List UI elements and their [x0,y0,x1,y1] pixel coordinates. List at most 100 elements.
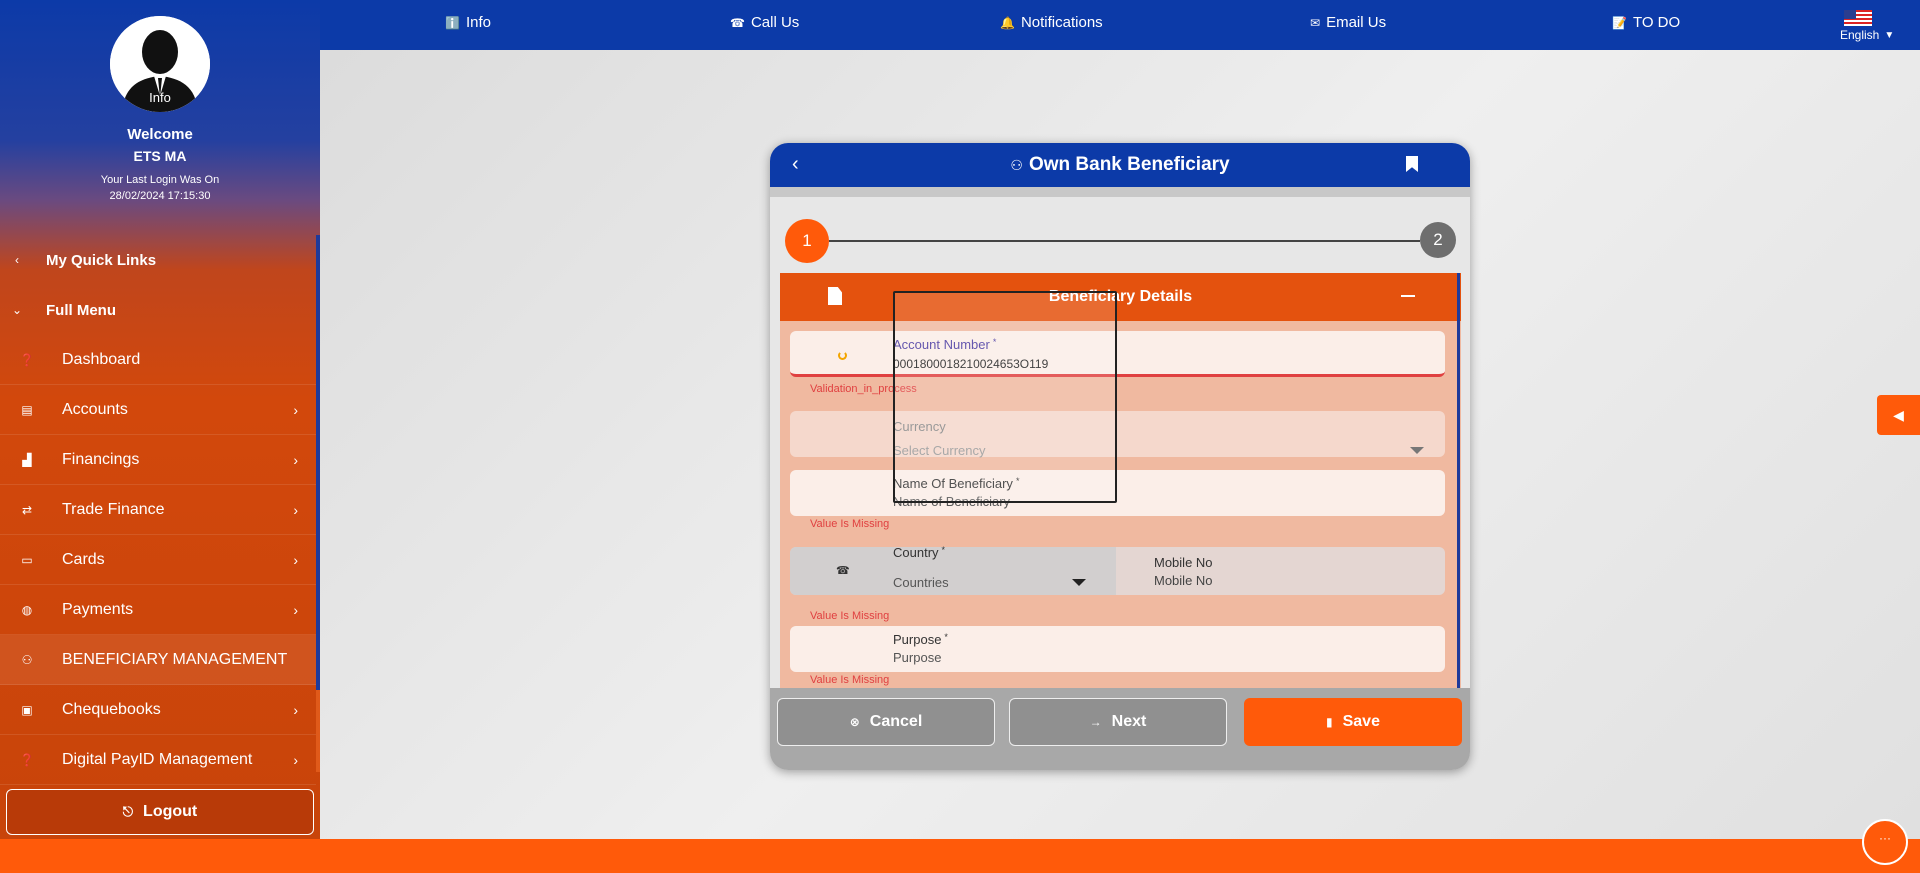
sidebar-item-digital-payid[interactable]: ❓ Digital PayID Management › [0,735,316,785]
us-flag-icon [1844,10,1872,26]
document-icon: ▮ [1326,715,1333,729]
chevron-down-icon: ⌄ [11,303,23,317]
sidebar-item-beneficiary-management[interactable]: ⚇ BENEFICIARY MANAGEMENT [0,635,316,685]
currency-select[interactable]: Currency Select Currency [790,411,1445,458]
chevron-left-icon: ‹ [15,253,19,267]
trade-icon: ⇄ [21,502,33,517]
sidebar-item-label: Accounts [62,400,128,418]
cancel-label: Cancel [869,713,923,730]
bell-icon: 🔔 [1000,15,1015,30]
topbar-call-us[interactable]: ☎ Call Us [730,14,799,31]
chevron-right-icon: › [293,551,298,568]
topbar-notifications[interactable]: 🔔 Notifications [1000,14,1103,31]
sidebar-item-trade-finance[interactable]: ⇄ Trade Finance › [0,485,316,535]
step-1-indicator[interactable]: 1 [785,219,829,263]
top-navigation-bar: ℹ️ Info ☎ Call Us 🔔 Notifications ✉ Emai… [320,0,1920,50]
topbar-todo[interactable]: 📝 TO DO [1612,14,1680,31]
language-selector[interactable]: English ▼ [1840,10,1894,42]
country-error: Value Is Missing [810,610,890,622]
panel-title: Beneficiary Details [1048,288,1193,305]
beneficiary-details-panel: Beneficiary Details Account Number * 0001… [780,273,1461,688]
chart-icon: ▟ [22,452,32,467]
dialog-title-text: Own Bank Beneficiary [1028,154,1230,175]
username: ETS MA [133,148,187,164]
topbar-info[interactable]: ℹ️ Info [445,14,491,31]
full-menu-toggle[interactable]: ⌄ Full Menu [0,285,316,335]
email-icon: ✉ [1310,15,1321,30]
chevron-right-icon: › [293,401,298,418]
required-marker: * [941,545,946,555]
purpose-label-text: Purpose [893,632,942,647]
topbar-email-label: Email Us [1326,14,1387,31]
sidebar-item-label: Trade Finance [62,500,165,518]
panel-scrollbar[interactable] [1457,273,1460,688]
last-login-label: Your Last Login Was On [100,174,220,186]
beneficiary-name-error: Value Is Missing [810,518,890,530]
beneficiary-icon: ⚇ [1010,157,1023,173]
sidebar-item-cards[interactable]: ▭ Cards › [0,535,316,585]
country-mobile-group: ☎ Country * Countries Mobile No Mobile No [790,545,1445,595]
help-circle-icon: ❓ [19,752,35,767]
cancel-button[interactable]: ⊗ Cancel [777,698,995,746]
payments-icon: ◍ [21,602,33,617]
logout-button[interactable]: ⎋ Logout [6,789,314,835]
topbar-call-label: Call Us [750,14,800,31]
purpose-input[interactable]: Purpose * Purpose [790,626,1445,672]
loading-spinner-icon [838,351,847,360]
quick-links-toggle[interactable]: ‹ My Quick Links [0,235,316,285]
next-button[interactable]: → Next [1009,698,1227,746]
save-button[interactable]: ▮ Save [1244,698,1462,746]
call-icon: ☎ [730,15,745,30]
sidebar-item-label: Digital PayID Management [62,750,253,768]
sidebar-item-label: Chequebooks [62,700,161,718]
required-marker: * [944,632,948,642]
sidebar-item-payments[interactable]: ◍ Payments › [0,585,316,635]
topbar-todo-label: TO DO [1632,14,1681,31]
sidebar: Info Welcome ETS MA Your Last Login Was … [0,0,320,839]
beneficiary-name-input[interactable]: Name Of Beneficiary * Name of Beneficiary [790,470,1445,516]
logout-label: Logout [143,803,198,820]
country-select[interactable]: ☎ Country * Countries [790,545,1116,595]
sidebar-item-label: Payments [62,600,134,618]
info-icon: ℹ️ [445,15,460,30]
country-label-text: Country [893,545,939,560]
side-panel-toggle[interactable]: ◀ [1877,395,1920,435]
avatar[interactable]: Info [110,16,210,112]
dialog-header: ‹ ⚇ Own Bank Beneficiary [770,143,1470,187]
stepper-line [829,240,1420,242]
topbar-email-us[interactable]: ✉ Email Us [1310,14,1386,31]
purpose-label: Purpose * [893,632,948,647]
topbar-notifications-label: Notifications [1020,14,1103,31]
purpose-placeholder: Purpose [893,650,942,665]
country-placeholder: Countries [893,575,949,590]
quick-links-label: My Quick Links [46,251,157,269]
sidebar-item-chequebooks[interactable]: ▣ Chequebooks › [0,685,316,735]
chevron-right-icon: › [293,601,298,618]
chat-button[interactable]: ··· [1862,819,1908,865]
mobile-input[interactable]: Mobile No Mobile No [1116,547,1445,595]
mobile-label: Mobile No [1154,555,1213,570]
panel-header: Beneficiary Details [780,273,1461,321]
last-login-value: 28/02/2024 17:15:30 [109,190,211,202]
dialog-subbar [770,187,1470,197]
account-number-field[interactable]: Account Number * 0001800018210024653O119 [790,331,1445,377]
mobile-placeholder: Mobile No [1154,573,1213,588]
chequebook-icon: ▣ [21,702,33,717]
caret-left-icon: ◀ [1893,406,1904,423]
full-menu-label: Full Menu [46,301,116,319]
minimize-icon[interactable] [1401,295,1415,297]
sidebar-item-dashboard[interactable]: ❓ Dashboard [0,335,316,385]
card-icon: ▭ [21,552,33,567]
welcome-text: Welcome [127,126,193,143]
chevron-down-icon [1410,447,1424,454]
phone-icon: ☎ [836,565,850,577]
country-label: Country * [893,545,945,560]
step-2-indicator[interactable]: 2 [1420,222,1456,258]
sidebar-item-financings[interactable]: ▟ Financings › [0,435,316,485]
chevron-right-icon: › [293,451,298,468]
purpose-error: Value Is Missing [810,674,890,686]
chat-icon: ··· [1879,831,1891,845]
save-label: Save [1342,713,1380,730]
chevron-right-icon: › [293,751,298,768]
sidebar-item-accounts[interactable]: ▤ Accounts › [0,385,316,435]
